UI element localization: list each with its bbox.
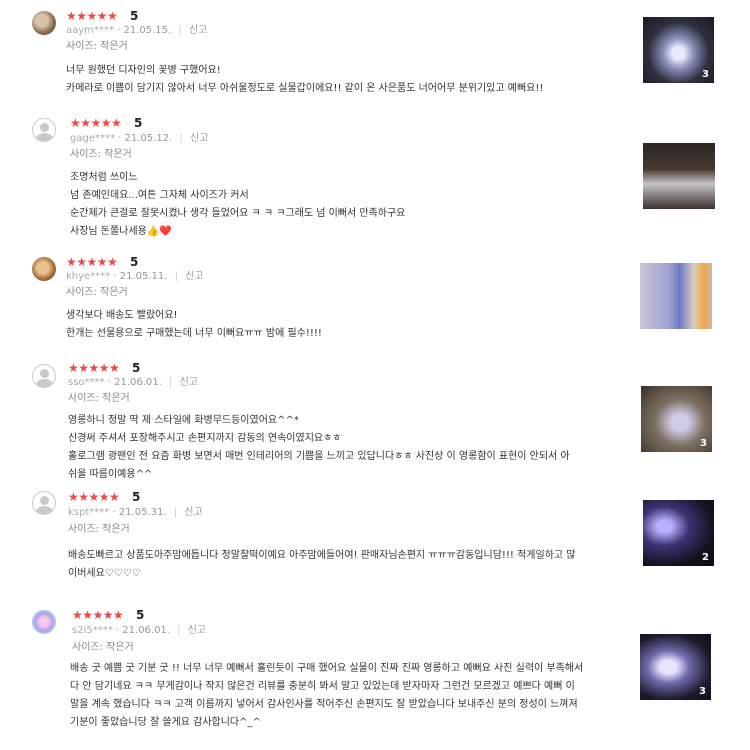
option-size: 사이즈: 작은거 — [68, 393, 130, 404]
review-date: 21.05.11. — [119, 271, 168, 282]
avatar[interactable] — [32, 11, 56, 35]
review-meta: gage**** · 21.05.12. | 신고 — [70, 133, 209, 144]
review-date: 21.05.12. — [124, 133, 173, 144]
separator: | — [177, 625, 181, 636]
separator: | — [174, 271, 179, 282]
rating-score: 5 — [130, 255, 139, 269]
review-photo[interactable] — [640, 263, 712, 329]
review-meta: khye**** · 21.05.11. | 신고 — [66, 271, 204, 282]
review-meta: aaym**** · 21.05.15. | 신고 — [66, 25, 208, 36]
option-size: 사이즈: 작은거 — [72, 642, 134, 653]
review-meta: sso**** · 21.06.01. | 신고 — [68, 377, 198, 388]
avatar[interactable] — [32, 364, 56, 388]
star-rating: ★★★★★ — [66, 255, 118, 269]
review-photo[interactable]: 2 — [643, 500, 714, 566]
star-rating: ★★★★★ — [72, 608, 124, 622]
report-link[interactable]: 신고 — [185, 271, 203, 282]
separator: | — [173, 507, 178, 518]
option-size: 사이즈: 작은거 — [66, 41, 128, 52]
reviewer-id: khye**** — [66, 271, 111, 282]
review-photo[interactable] — [643, 143, 715, 209]
review-meta: s2i5**** · 21.06.01. | 신고 — [72, 625, 207, 636]
separator: | — [178, 25, 182, 36]
star-rating: ★★★★★ — [70, 116, 122, 130]
review-date: 21.06.01. — [114, 377, 162, 388]
review-text: 조명처럼 쓰이느 넘 존예인데요...여튼 그자체 사이즈가 커서 순간제가 큰… — [70, 172, 406, 237]
option-size: 사이즈: 작은거 — [68, 524, 130, 535]
star-rating: ★★★★★ — [68, 361, 120, 375]
report-link[interactable]: 신고 — [188, 625, 206, 636]
review-text: 영롱하니 정말 딱 제 스타일에 화병무드등이였어요^^* 신경써 주셔서 포장… — [68, 415, 570, 480]
report-link[interactable]: 신고 — [184, 507, 202, 518]
review-meta: kspt**** · 21.05.31. | 신고 — [68, 507, 203, 518]
star-rating: ★★★★★ — [68, 490, 120, 504]
avatar[interactable] — [32, 491, 56, 515]
avatar[interactable] — [32, 257, 56, 281]
option-size: 사이즈: 작은거 — [66, 287, 128, 298]
review-text: 배송도빠르고 상품도아주맘에듭니다 정말찰떡이예요 아주맘에들어여! 판매자님손… — [68, 550, 576, 579]
photo-count: 3 — [700, 438, 707, 449]
review-date: 21.05.15. — [123, 25, 172, 36]
review-date: 21.05.31. — [118, 507, 167, 518]
rating-score: 5 — [130, 9, 139, 23]
rating-score: 5 — [132, 490, 141, 504]
avatar[interactable] — [32, 118, 56, 142]
reviewer-id: aaym**** — [66, 25, 114, 36]
report-link[interactable]: 신고 — [189, 25, 207, 36]
review-text: 배송 굿 예쁨 굿 기분 굿 !! 너무 너무 예뻐서 홀린듯이 구매 했어요 … — [70, 663, 584, 728]
reviewer-id: sso**** — [68, 377, 105, 388]
report-link[interactable]: 신고 — [190, 133, 208, 144]
reviewer-id: kspt**** — [68, 507, 110, 518]
review-text: 생각보다 배송도 빨랐어요! 한개는 선물용으로 구매했는데 너무 이뻐요ㅠㅠ … — [66, 310, 322, 339]
avatar[interactable] — [32, 610, 56, 634]
review-photo[interactable]: 3 — [643, 17, 714, 83]
separator: | — [179, 133, 183, 144]
review-date: 21.06.01. — [122, 625, 170, 636]
reviewer-id: gage**** — [70, 133, 115, 144]
photo-count: 3 — [699, 686, 706, 697]
report-link[interactable]: 신고 — [180, 377, 198, 388]
option-size: 사이즈: 작은거 — [70, 149, 132, 160]
rating-score: 5 — [132, 361, 141, 375]
rating-score: 5 — [136, 608, 145, 622]
reviewer-id: s2i5**** — [72, 625, 113, 636]
review-text: 너무 원했던 디자인의 꽃병 구했어요! 카메라로 이쁨이 담기지 않아서 너무… — [66, 65, 544, 94]
star-rating: ★★★★★ — [66, 9, 118, 23]
photo-count: 3 — [702, 69, 709, 80]
photo-count: 2 — [702, 552, 709, 563]
review-photo[interactable]: 3 — [641, 386, 712, 452]
rating-score: 5 — [134, 116, 143, 130]
review-photo[interactable]: 3 — [640, 634, 711, 700]
separator: | — [169, 377, 173, 388]
